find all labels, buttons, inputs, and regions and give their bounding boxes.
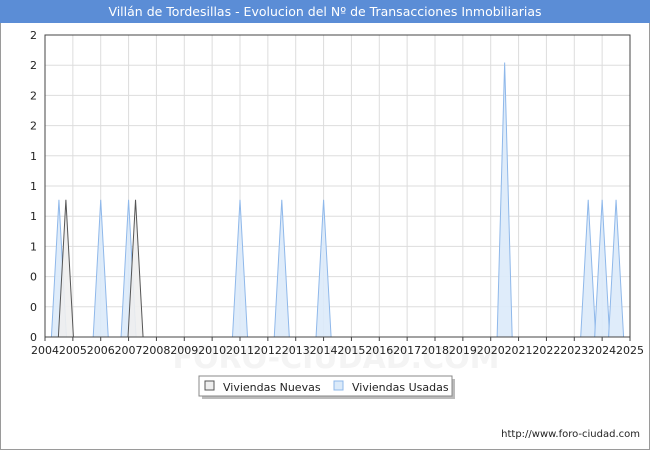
x-tick-label: 2025: [616, 344, 644, 357]
y-tick-label: 0: [30, 301, 37, 314]
x-tick-label: 2018: [421, 344, 449, 357]
data-spike-usadas: [580, 199, 597, 338]
y-tick-label: 1: [30, 180, 37, 193]
legend-swatch-usadas: [333, 380, 344, 391]
y-tick-label: 2: [30, 29, 37, 42]
x-tick-label: 2004: [31, 344, 59, 357]
x-tick-label: 2015: [337, 344, 365, 357]
legend-swatch-nuevas: [204, 380, 215, 391]
x-tick-label: 2016: [365, 344, 393, 357]
x-tick-label: 2024: [588, 344, 616, 357]
data-spike-usadas: [315, 199, 332, 338]
legend-label-nuevas: Viviendas Nuevas: [223, 381, 321, 394]
y-tick-label: 1: [30, 150, 37, 163]
legend-label-usadas: Viviendas Usadas: [352, 381, 449, 394]
y-axis-ticks: 0 0 0 1 1 1 1 2 2 2 2: [30, 29, 37, 344]
data-spike-usadas: [231, 199, 249, 338]
x-tick-label: 2012: [254, 344, 282, 357]
data-spike-usadas: [92, 199, 109, 338]
x-axis-ticks: 2004 2005 2006 2007 2008 2009 2010 2011 2012 2013…: [31, 337, 644, 357]
y-tick-label: 2: [30, 89, 37, 102]
source-url: http://www.foro-ciudad.com: [501, 429, 640, 440]
y-tick-label: 0: [30, 271, 37, 284]
y-tick-label: 0: [30, 331, 37, 344]
x-tick-label: 2011: [226, 344, 254, 357]
legend: Viviendas Nuevas Viviendas Usadas: [198, 375, 455, 399]
x-tick-label: 2008: [142, 344, 170, 357]
y-tick-label: 1: [30, 240, 37, 253]
x-tick-label: 2020: [477, 344, 505, 357]
x-tick-label: 2014: [310, 344, 338, 357]
x-tick-label: 2023: [560, 344, 588, 357]
x-tick-label: 2019: [449, 344, 477, 357]
data-spike-usadas: [594, 199, 611, 338]
x-tick-label: 2022: [532, 344, 560, 357]
x-tick-label: 2009: [170, 344, 198, 357]
y-tick-label: 2: [30, 120, 37, 133]
x-tick-label: 2006: [87, 344, 115, 357]
data-spike-usadas: [608, 199, 625, 338]
x-tick-label: 2007: [115, 344, 143, 357]
chart-canvas: FORO-CIUDAD.COM 00011112222 2004 2005 2006…: [30, 29, 644, 440]
x-tick-label: 2021: [505, 344, 533, 357]
data-spike-usadas: [273, 199, 290, 338]
data-spike-usadas: [496, 62, 513, 338]
x-tick-label: 2010: [198, 344, 226, 357]
y-tick-label: 1: [30, 210, 37, 223]
x-tick-label: 2013: [282, 344, 310, 357]
y-tick-label: 2: [30, 59, 37, 72]
x-tick-label: 2005: [59, 344, 87, 357]
x-tick-label: 2017: [393, 344, 421, 357]
